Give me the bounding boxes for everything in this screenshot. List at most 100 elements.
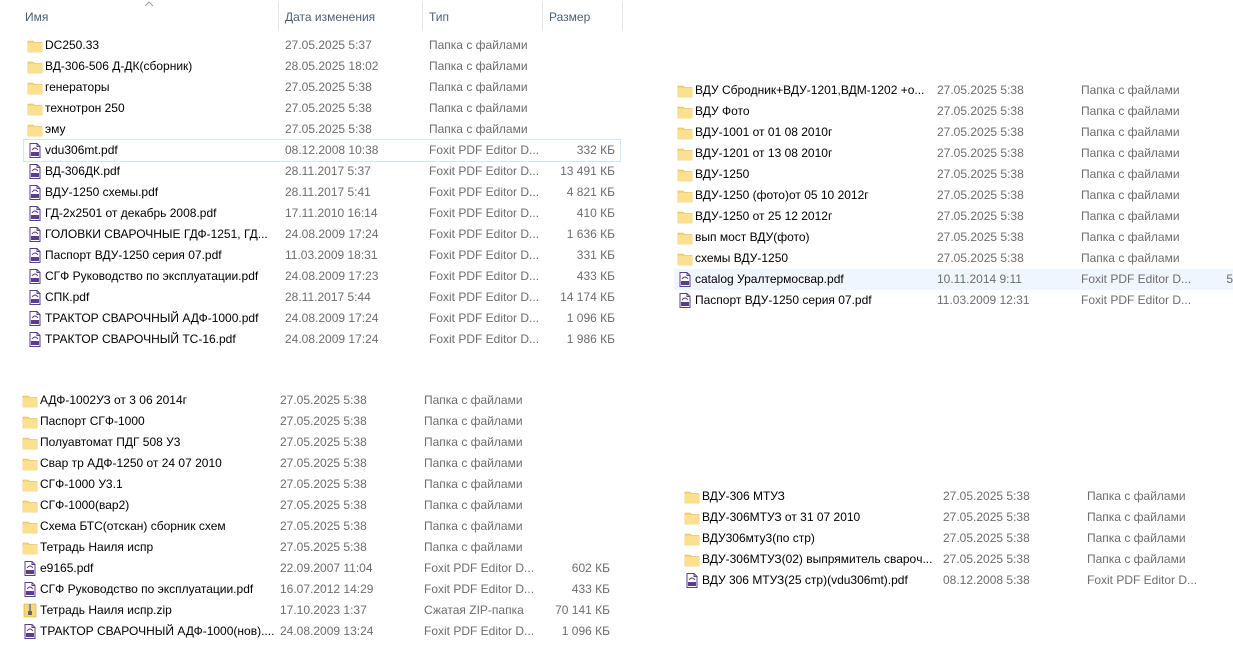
file-name: ВДУ 306 МТУЗ(25 стр)(vdu306mt).pdf xyxy=(702,573,908,587)
file-date: 11.03.2009 12:31 xyxy=(937,293,1030,307)
column-header-size[interactable]: Размер xyxy=(544,0,622,30)
folder-icon xyxy=(27,101,43,116)
file-row[interactable]: ВДУ-1250 от 25 12 2012г 27.05.2025 5:38 Па… xyxy=(674,206,1233,227)
pdf-icon xyxy=(22,582,38,597)
file-row[interactable]: Тетрадь Наиля испр 27.05.2025 5:38 Папка с… xyxy=(19,537,615,558)
file-row[interactable]: vdu306mt.pdf 08.12.2008 10:38 Foxit PDF Ed… xyxy=(23,139,621,162)
file-type: Папка с файлами xyxy=(1081,167,1180,181)
file-type: Папка с файлами xyxy=(1081,83,1180,97)
file-row[interactable]: ТРАКТОР СВАРОЧНЫЙ АДФ-1000(нов).... 24.08… xyxy=(19,621,615,642)
folder-icon xyxy=(677,125,693,140)
file-name: СПК.pdf xyxy=(45,290,90,304)
file-row[interactable]: схемы ВДУ-1250 27.05.2025 5:38 Папка с фай… xyxy=(674,248,1233,269)
file-row[interactable]: технотрон 250 27.05.2025 5:38 Папка с файл… xyxy=(24,98,620,119)
file-row[interactable]: Полуавтомат ПДГ 508 У3 27.05.2025 5:38 Пап… xyxy=(19,432,615,453)
file-row[interactable]: вып мост ВДУ(фото) 27.05.2025 5:38 Папка с… xyxy=(674,227,1233,248)
file-row[interactable]: ВДУ-306 МТУЗ 27.05.2025 5:38 Папка с файла… xyxy=(681,486,1233,507)
file-type: Папка с файлами xyxy=(429,38,528,52)
file-row[interactable]: ВД-306ДК.pdf 28.11.2017 5:37 Foxit PDF Edi… xyxy=(24,161,620,182)
file-row[interactable]: DC250.33 27.05.2025 5:37 Папка с файлами xyxy=(24,35,620,56)
file-date: 27.05.2025 5:38 xyxy=(943,489,1030,503)
file-row[interactable]: генераторы 27.05.2025 5:38 Папка с файлами xyxy=(24,77,620,98)
file-row[interactable]: ВДУ306мту3(по стр) 27.05.2025 5:38 Папка с… xyxy=(681,528,1233,549)
file-row[interactable]: СГФ Руководство по эксплуатации.pdf 16.07… xyxy=(19,579,615,600)
file-name: ТРАКТОР СВАРОЧНЫЙ АДФ-1000(нов).... xyxy=(40,624,274,638)
file-row[interactable]: Паспорт ВДУ-1250 серия 07.pdf 11.03.2009 … xyxy=(674,290,1233,311)
folder-icon xyxy=(22,540,38,555)
file-row[interactable]: ГОЛОВКИ СВАРОЧНЫЕ ГДФ-1251, ГД... 24.08.2… xyxy=(24,224,620,245)
file-name: ВДУ-306МТУЗ(02) выпрямитель сварoч... xyxy=(702,552,932,566)
file-name: Паспорт СГФ-1000 xyxy=(40,414,145,428)
pdf-icon xyxy=(27,269,43,284)
file-date: 16.07.2012 14:29 xyxy=(280,582,374,596)
folder-icon xyxy=(27,80,43,95)
file-type: Папка с файлами xyxy=(429,80,528,94)
file-row[interactable]: АДФ-1002УЗ от 3 06 2014г 27.05.2025 5:38 П… xyxy=(19,390,615,411)
file-name: vdu306mt.pdf xyxy=(45,143,118,157)
column-header: Имя Дата изменения Тип Размер xyxy=(0,0,623,30)
pdf-icon xyxy=(27,290,43,305)
file-row[interactable]: ВДУ-1250 27.05.2025 5:38 Папка с файлами xyxy=(674,164,1233,185)
file-name: ВДУ-1250 xyxy=(695,167,750,181)
file-type: Foxit PDF Editor D... xyxy=(429,143,540,157)
file-row[interactable]: ВДУ-1001 от 01 08 2010г 27.05.2025 5:38 Па… xyxy=(674,122,1233,143)
file-row[interactable]: СГФ Руководство по эксплуатации.pdf 24.08… xyxy=(24,266,620,287)
file-row[interactable]: ВДУ-306МТУЗ(02) выпрямитель сварoч... 27.… xyxy=(681,549,1233,570)
file-row[interactable]: СГФ-1000 У3.1 27.05.2025 5:38 Папка с файл… xyxy=(19,474,615,495)
file-size: 602 КБ xyxy=(571,561,610,575)
file-name: ВДУ306мту3(по стр) xyxy=(702,531,815,545)
file-row[interactable]: ВДУ-1250 схемы.pdf 28.11.2017 5:41 Foxit P… xyxy=(24,182,620,203)
pdf-icon xyxy=(22,624,38,639)
file-name: ВДУ Сбродник+ВДУ-1201,ВДМ-1202 +о... xyxy=(695,83,925,97)
folder-icon xyxy=(677,230,693,245)
file-type: Foxit PDF Editor D... xyxy=(429,248,540,262)
column-header-name[interactable]: Имя xyxy=(20,0,278,30)
file-list-panel-1: DC250.33 27.05.2025 5:37 Папка с файлами ВД… xyxy=(23,35,624,355)
file-row[interactable]: Тетрадь Наиля испр.zip 17.10.2023 1:37 Сжа… xyxy=(19,600,615,621)
folder-icon xyxy=(27,38,43,53)
folder-icon xyxy=(677,146,693,161)
file-row[interactable]: ВД-306-506 Д-ДК(сборник) 28.05.2025 18:02… xyxy=(24,56,620,77)
folder-icon xyxy=(684,531,700,546)
file-row[interactable]: эму 27.05.2025 5:38 Папка с файлами xyxy=(24,119,620,140)
file-row[interactable]: СГФ-1000(вар2) 27.05.2025 5:38 Папка с фай… xyxy=(19,495,615,516)
pdf-icon xyxy=(684,573,700,588)
file-row[interactable]: Паспорт ВДУ-1250 серия 07.pdf 11.03.2009 … xyxy=(24,245,620,266)
column-header-date[interactable]: Дата изменения xyxy=(280,0,422,30)
file-row[interactable]: ТРАКТОР СВАРОЧНЫЙ ТС-16.pdf 24.08.2009 17… xyxy=(24,329,620,350)
file-row[interactable]: Схема БТС(отскан) сборник схем 27.05.2025… xyxy=(19,516,615,537)
file-row[interactable]: СПК.pdf 28.11.2017 5:44 Foxit PDF Editor D… xyxy=(24,287,620,308)
file-type: Папка с файлами xyxy=(424,498,523,512)
file-size: 331 КБ xyxy=(576,248,615,262)
file-row[interactable]: ВДУ Сбродник+ВДУ-1201,ВДМ-1202 +о... 27.0… xyxy=(674,80,1233,101)
file-type: Папка с файлами xyxy=(1087,510,1186,524)
file-row[interactable]: ВДУ Фото 27.05.2025 5:38 Папка с файлами xyxy=(674,101,1233,122)
file-row[interactable]: ВДУ-1201 от 13 08 2010г 27.05.2025 5:38 Па… xyxy=(674,143,1233,164)
file-date: 28.11.2017 5:44 xyxy=(285,290,371,304)
folder-icon xyxy=(22,393,38,408)
file-type: Папка с файлами xyxy=(1081,188,1180,202)
file-date: 27.05.2025 5:38 xyxy=(285,80,372,94)
file-name: СГФ-1000(вар2) xyxy=(40,498,130,512)
file-type: Папка с файлами xyxy=(1081,146,1180,160)
file-row[interactable]: ВДУ-1250 (фото)от 05 10 2012г 27.05.2025 … xyxy=(674,185,1233,206)
file-row[interactable]: Паспорт СГФ-1000 27.05.2025 5:38 Папка с ф… xyxy=(19,411,615,432)
folder-icon xyxy=(27,59,43,74)
file-row[interactable]: ВДУ-306МТУЗ от 31 07 2010 27.05.2025 5:38… xyxy=(681,507,1233,528)
file-row[interactable]: Свар тр АДФ-1250 от 24 07 2010 27.05.2025… xyxy=(19,453,615,474)
pdf-icon xyxy=(27,185,43,200)
file-row[interactable]: catalog Уралтермосвар.pdf 10.11.2014 9:11… xyxy=(674,269,1233,290)
pdf-icon xyxy=(27,227,43,242)
file-name: вып мост ВДУ(фото) xyxy=(695,230,810,244)
file-name: эму xyxy=(45,122,66,136)
file-size: 70 141 КБ xyxy=(555,603,610,617)
file-date: 27.05.2025 5:38 xyxy=(280,456,367,470)
file-row[interactable]: ГД-2х2501 от декабрь 2008.pdf 17.11.2010 … xyxy=(24,203,620,224)
file-size: 433 КБ xyxy=(576,269,615,283)
folder-icon xyxy=(677,251,693,266)
file-row[interactable]: ВДУ 306 МТУЗ(25 стр)(vdu306mt).pdf 08.12.… xyxy=(681,570,1233,591)
file-row[interactable]: e9165.pdf 22.09.2007 11:04 Foxit PDF Edito… xyxy=(19,558,615,579)
file-date: 17.10.2023 1:37 xyxy=(280,603,367,617)
file-row[interactable]: ТРАКТОР СВАРОЧНЫЙ АДФ-1000.pdf 24.08.2009… xyxy=(24,308,620,329)
column-header-type[interactable]: Тип xyxy=(424,0,542,30)
